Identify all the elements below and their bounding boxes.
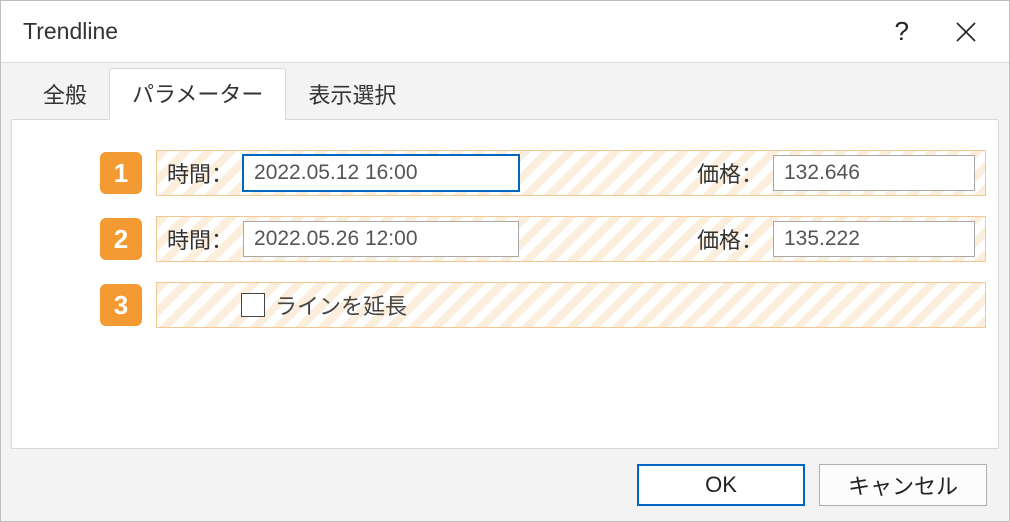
time-label: 時間： <box>167 157 233 189</box>
price-input-2[interactable]: 135.222 <box>773 221 975 257</box>
row-badge: 3 <box>100 284 142 326</box>
tab-bar: 全般 パラメーター 表示選択 <box>11 73 999 119</box>
dialog-footer: OK キャンセル <box>11 449 999 521</box>
close-icon[interactable] <box>955 21 977 43</box>
time-input-1[interactable]: 2022.05.12 16:00 <box>243 155 519 191</box>
dialog-window: Trendline ? 全般 パラメーター 表示選択 1 時間： 2022.05… <box>0 0 1010 522</box>
ok-button[interactable]: OK <box>637 464 805 506</box>
titlebar-controls: ? <box>895 16 991 47</box>
time-input-2[interactable]: 2022.05.26 12:00 <box>243 221 519 257</box>
row-stripe: 時間： 2022.05.12 16:00 価格： 132.646 <box>156 150 986 196</box>
param-row-1: 1 時間： 2022.05.12 16:00 価格： 132.646 <box>24 150 986 196</box>
extend-line-label: ラインを延長 <box>275 289 407 321</box>
tab-panel: 1 時間： 2022.05.12 16:00 価格： 132.646 2 時間：… <box>11 119 999 449</box>
price-label: 価格： <box>697 157 763 189</box>
dialog-body: 全般 パラメーター 表示選択 1 時間： 2022.05.12 16:00 価格… <box>1 63 1009 521</box>
titlebar: Trendline ? <box>1 1 1009 63</box>
price-label: 価格： <box>697 223 763 255</box>
row-stripe: 時間： 2022.05.26 12:00 価格： 135.222 <box>156 216 986 262</box>
help-icon[interactable]: ? <box>895 16 909 47</box>
param-row-3: 3 ラインを延長 <box>24 282 986 328</box>
cancel-button[interactable]: キャンセル <box>819 464 987 506</box>
row-badge: 1 <box>100 152 142 194</box>
row-badge: 2 <box>100 218 142 260</box>
tab-parameters[interactable]: パラメーター <box>109 68 286 120</box>
param-row-2: 2 時間： 2022.05.26 12:00 価格： 135.222 <box>24 216 986 262</box>
price-input-1[interactable]: 132.646 <box>773 155 975 191</box>
window-title: Trendline <box>23 18 895 45</box>
tab-general[interactable]: 全般 <box>21 70 109 120</box>
extend-line-checkbox[interactable] <box>241 293 265 317</box>
tab-display[interactable]: 表示選択 <box>286 70 418 120</box>
time-label: 時間： <box>167 223 233 255</box>
row-stripe: ラインを延長 <box>156 282 986 328</box>
